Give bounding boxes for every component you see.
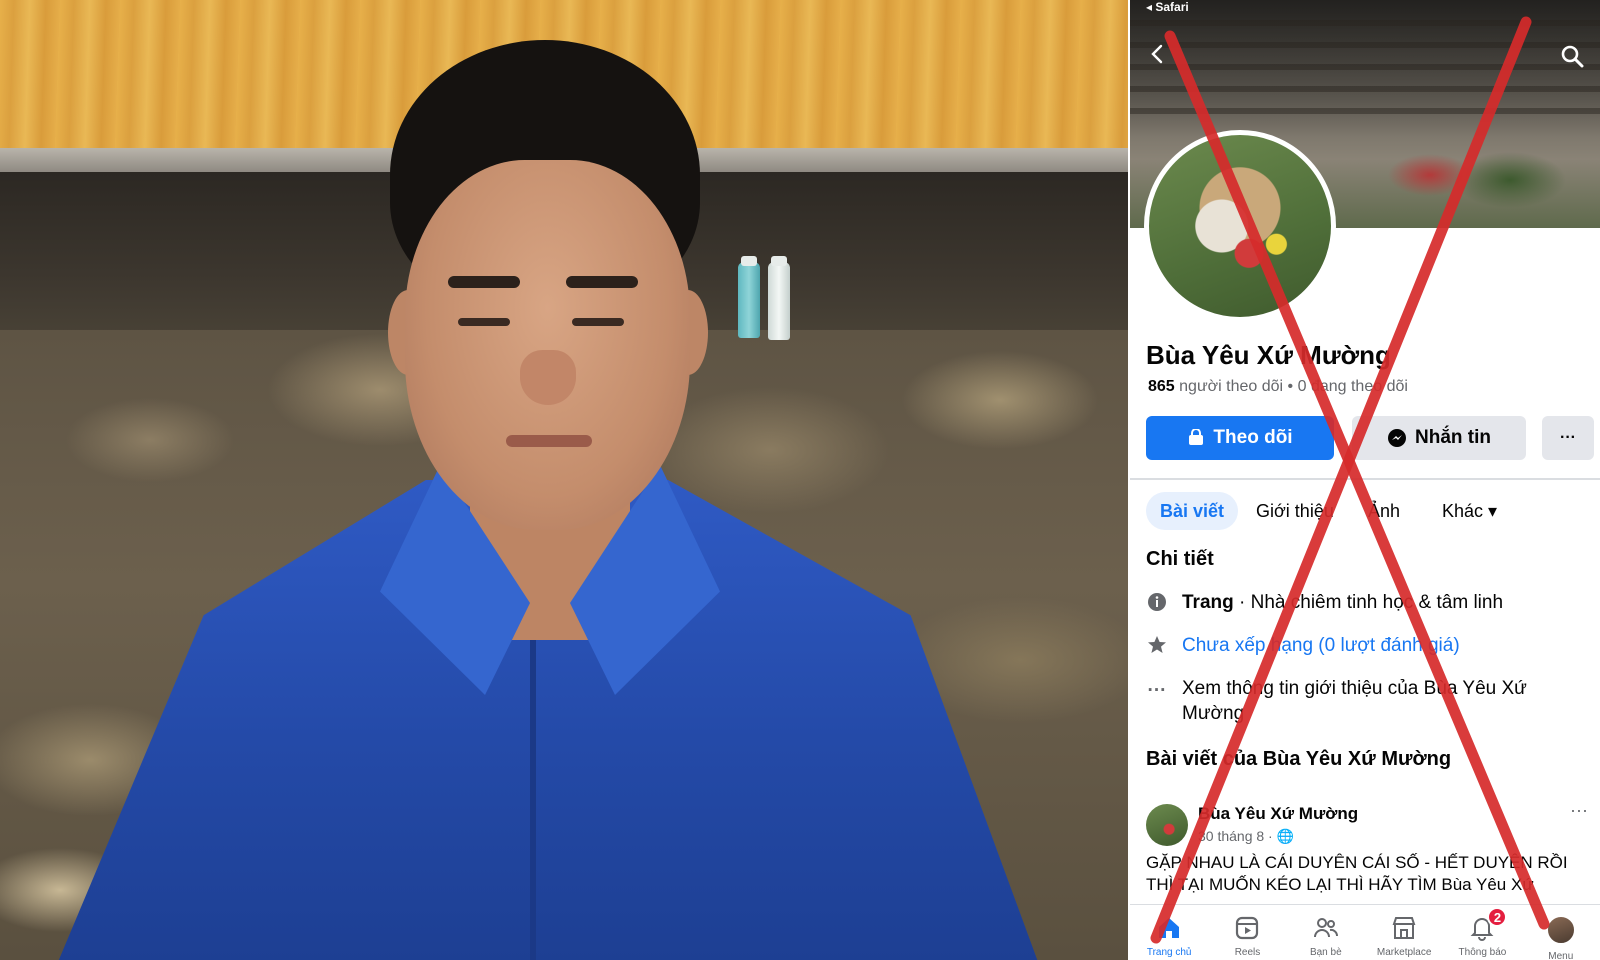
reels-icon	[1236, 916, 1259, 940]
eye-left	[458, 318, 510, 326]
message-label: Nhắn tin	[1415, 427, 1491, 448]
marketplace-icon	[1392, 917, 1416, 939]
nav-reels-label: Reels	[1234, 947, 1261, 958]
home-icon	[1159, 918, 1180, 938]
nav-menu-label: Menu	[1548, 951, 1574, 960]
friends-icon	[1313, 918, 1338, 938]
subject-photo	[0, 0, 1128, 960]
post-author-name[interactable]: Bùa Yêu Xứ Mường	[1198, 804, 1358, 824]
nav-notifications-label: Thông báo	[1458, 947, 1507, 958]
follow-label: Theo dõi	[1213, 427, 1293, 448]
details-heading: Chi tiết	[1146, 548, 1214, 570]
tab-photos[interactable]: Ảnh	[1368, 492, 1400, 530]
tab-posts[interactable]: Bài viết	[1146, 492, 1239, 530]
category-type: Trang	[1182, 592, 1234, 613]
posts-heading: Bài viết của Bùa Yêu Xứ Mường	[1146, 748, 1452, 770]
nav-friends-label: Bạn bè	[1309, 947, 1342, 958]
messenger-icon	[1388, 429, 1406, 447]
more-options-button[interactable]: ···	[1542, 416, 1594, 460]
detail-rating[interactable]: Chưa xếp hạng (0 lượt đánh giá)	[1146, 633, 1586, 658]
follower-stats: 865 người theo dõi • 0 đang theo dõi	[1148, 378, 1408, 396]
post-timestamp: 30 tháng 8 · 🌐	[1198, 828, 1295, 844]
eye-right	[572, 318, 624, 326]
eyebrow-left	[448, 276, 520, 288]
post-text: GẶP NHAU LÀ CÁI DUYÊN CÁI SỐ - HẾT DUYÊN…	[1146, 853, 1568, 894]
notification-badge: 2	[1487, 907, 1508, 927]
following-count: • 0 đang theo dõi	[1287, 378, 1408, 395]
mouth	[506, 435, 592, 447]
back-to-safari[interactable]: ◂ Safari	[1146, 0, 1189, 14]
facebook-page-screenshot: ◂ Safari Bùa Yêu Xứ Mường 865 người theo…	[1128, 0, 1600, 960]
post-author-avatar[interactable]	[1146, 804, 1188, 846]
message-button[interactable]: Nhắn tin	[1352, 416, 1526, 460]
star-icon	[1146, 633, 1168, 658]
category-text: · Nhà chiêm tinh học & tâm linh	[1233, 592, 1504, 613]
followers-count: 865	[1148, 378, 1175, 395]
nav-marketplace[interactable]: Marketplace	[1369, 915, 1439, 958]
section-divider	[1130, 478, 1600, 480]
shirt-placket	[530, 640, 536, 960]
nav-reels[interactable]: Reels	[1212, 915, 1282, 958]
detail-about[interactable]: ··· Xem thông tin giới thiệu của Bùa Yêu…	[1146, 676, 1586, 726]
menu-avatar	[1545, 915, 1576, 945]
nav-home[interactable]: Trang chủ	[1134, 915, 1204, 958]
followers-label: người theo dõi	[1179, 378, 1284, 395]
nav-notifications[interactable]: 2 Thông báo	[1447, 907, 1517, 958]
man-in-blue-shirt	[0, 0, 1128, 960]
nav-marketplace-label: Marketplace	[1376, 947, 1432, 958]
about-text: Xem thông tin giới thiệu của Bùa Yêu Xứ …	[1182, 678, 1527, 724]
nose	[520, 350, 576, 405]
face	[405, 160, 690, 530]
page-avatar[interactable]	[1144, 130, 1336, 322]
back-arrow-icon[interactable]	[1146, 42, 1170, 66]
follow-icon	[1189, 429, 1204, 445]
post-options-icon[interactable]: ···	[1570, 800, 1588, 821]
bottom-navigation: Trang chủ Reels Bạn bè Marketplace 2 Thô…	[1130, 904, 1600, 960]
nav-home-label: Trang chủ	[1146, 947, 1192, 958]
detail-category: Trang · Nhà chiêm tinh học & tâm linh	[1146, 590, 1586, 615]
ellipsis-icon: ···	[1147, 680, 1167, 701]
page-name: Bùa Yêu Xứ Mường	[1146, 340, 1391, 370]
tab-more[interactable]: Khác ▾	[1442, 492, 1497, 530]
nav-friends[interactable]: Bạn bè	[1291, 915, 1361, 958]
tab-about[interactable]: Giới thiệu	[1256, 492, 1334, 530]
eyebrow-right	[566, 276, 638, 288]
follow-button[interactable]: Theo dõi	[1146, 416, 1334, 460]
nav-menu[interactable]: Menu	[1526, 915, 1596, 960]
info-icon	[1146, 590, 1168, 615]
status-bar: ◂ Safari	[1130, 0, 1600, 14]
rating-text: Chưa xếp hạng (0 lượt đánh giá)	[1182, 635, 1460, 656]
search-icon[interactable]	[1560, 44, 1584, 68]
